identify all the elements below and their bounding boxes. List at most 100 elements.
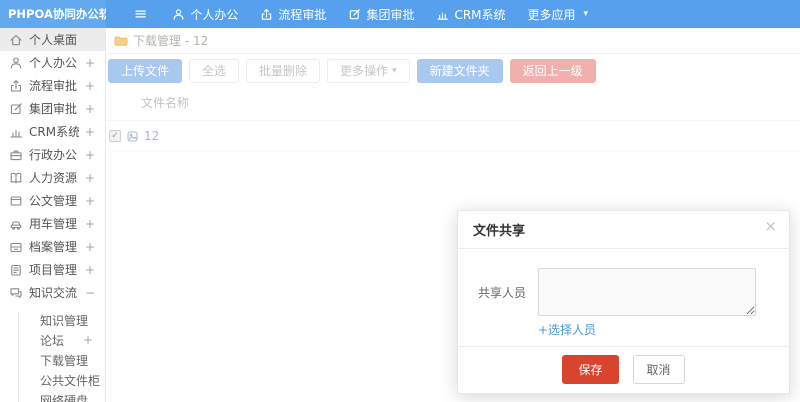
file-icon	[127, 131, 138, 141]
user-icon	[173, 8, 184, 20]
archive-icon	[10, 242, 22, 252]
breadcrumb-text: 下载管理 - 12	[133, 34, 209, 48]
share-personnel-input[interactable]	[538, 268, 756, 316]
sidebar-item-label: 用车管理	[29, 217, 78, 231]
sidebar-subitem-public-file-cabinet[interactable]: 公共文件柜	[0, 370, 105, 390]
expand-icon[interactable]: +	[85, 148, 95, 162]
expand-icon[interactable]: +	[85, 194, 95, 208]
nav-item-label: 集团审批	[366, 7, 415, 22]
sidebar-item-document-management[interactable]: 公文管理 +	[0, 189, 105, 212]
sidebar-item-label: 个人桌面	[29, 33, 78, 47]
nav-item-label: 更多应用	[527, 7, 576, 22]
sidebar-subitem-download-management[interactable]: 下载管理	[0, 350, 105, 370]
chat-icon	[10, 287, 22, 298]
sidebar-item-knowledge-exchange[interactable]: 知识交流 −	[0, 281, 105, 304]
nav-item-group-approval[interactable]: 集团审批	[337, 0, 425, 28]
nav-item-more-apps[interactable]: 更多应用 ▾	[517, 0, 600, 28]
collapse-icon[interactable]: −	[85, 286, 95, 300]
flow-icon	[10, 79, 22, 92]
upload-file-button[interactable]: 上传文件	[108, 59, 183, 83]
chart-icon	[437, 12, 449, 20]
go-back-button[interactable]: 返回上一级	[509, 59, 596, 83]
user-icon	[10, 56, 22, 69]
file-share-dialog: 文件共享 × 共享人员 +选择人员 保存 取消	[457, 210, 790, 394]
batch-delete-button[interactable]: 批量删除	[246, 59, 321, 83]
hamburger-menu-icon[interactable]: ≡	[134, 0, 147, 28]
sidebar: 个人桌面 个人办公 + 流程审批 + 集团审批 + CRM系统 + 行政办公 +	[0, 28, 106, 402]
cancel-button[interactable]: 取消	[632, 355, 685, 384]
nav-item-process-approval[interactable]: 流程审批	[249, 0, 337, 28]
sidebar-item-group-approval[interactable]: 集团审批 +	[0, 97, 105, 120]
sidebar-item-label: 人力资源	[29, 171, 78, 185]
top-navbar: PHPOA协同办公软件 ≡ 个人办公 流程审批 集团审批 CRM系统 更多应用 …	[0, 0, 800, 28]
sidebar-subitem-forum[interactable]: 论坛 +	[0, 330, 105, 350]
sidebar-item-archive-management[interactable]: 档案管理 +	[0, 235, 105, 258]
select-personnel-row: +选择人员	[538, 321, 789, 338]
sidebar-item-personal-office[interactable]: 个人办公 +	[0, 51, 105, 74]
book-icon	[10, 172, 22, 183]
sidebar-item-process-approval[interactable]: 流程审批 +	[0, 74, 105, 97]
expand-icon[interactable]: +	[85, 217, 95, 231]
sidebar-item-vehicle-management[interactable]: 用车管理 +	[0, 212, 105, 235]
edit-icon	[10, 102, 22, 114]
check-icon: ✓	[111, 130, 119, 141]
nav-item-crm-system[interactable]: CRM系统	[425, 0, 516, 28]
expand-icon[interactable]: +	[85, 240, 95, 254]
file-name-column-header: 文件名称	[106, 91, 800, 121]
dialog-body: 共享人员	[458, 249, 789, 316]
nav-item-label: 流程审批	[278, 7, 327, 22]
breadcrumb: 下载管理 - 12	[106, 28, 800, 54]
briefcase-icon	[10, 150, 22, 160]
app-logo: PHPOA协同办公软件	[0, 0, 106, 28]
nav-item-label: CRM系统	[454, 7, 506, 22]
toolbar: 上传文件 全选 批量删除 更多操作 ▾ 新建文件夹 返回上一级	[106, 54, 800, 83]
car-icon	[10, 220, 22, 230]
file-name: 12	[144, 129, 160, 143]
new-folder-button[interactable]: 新建文件夹	[416, 59, 503, 83]
nav-item-label: 个人办公	[190, 7, 239, 22]
expand-icon[interactable]: +	[85, 171, 95, 185]
sidebar-submenu: 知识管理 论坛 + 下载管理 公共文件柜 网络硬盘	[0, 304, 105, 402]
select-personnel-link[interactable]: +选择人员	[538, 323, 596, 337]
edit-icon	[350, 8, 361, 19]
sidebar-subitem-label: 论坛	[40, 333, 65, 348]
select-all-button[interactable]: 全选	[189, 59, 240, 83]
sidebar-item-label: 档案管理	[29, 240, 78, 254]
sidebar-subitem-label: 下载管理	[40, 353, 89, 368]
sidebar-item-label: 项目管理	[29, 263, 78, 277]
close-icon[interactable]: ×	[764, 217, 777, 235]
sidebar-subitem-network-disk[interactable]: 网络硬盘	[0, 390, 105, 402]
dialog-header: 文件共享 ×	[458, 211, 789, 249]
save-button[interactable]: 保存	[562, 355, 619, 384]
row-checkbox[interactable]: ✓	[109, 130, 121, 142]
sidebar-item-personal-desktop[interactable]: 个人桌面	[0, 28, 105, 51]
sidebar-item-human-resources[interactable]: 人力资源 +	[0, 166, 105, 189]
sidebar-item-project-management[interactable]: 项目管理 +	[0, 258, 105, 281]
expand-icon[interactable]: +	[85, 125, 95, 139]
nav-menu: 个人办公 流程审批 集团审批 CRM系统 更多应用 ▾	[161, 0, 599, 28]
sidebar-item-label: 行政办公	[29, 148, 78, 162]
dialog-title: 文件共享	[473, 224, 526, 239]
sidebar-subitem-label: 网络硬盘	[40, 393, 89, 402]
sidebar-item-label: 知识交流	[29, 286, 78, 300]
dialog-footer: 保存 取消	[458, 346, 789, 393]
sidebar-item-admin-office[interactable]: 行政办公 +	[0, 143, 105, 166]
home-icon	[10, 34, 22, 45]
expand-icon[interactable]: +	[83, 333, 93, 347]
expand-icon[interactable]: +	[85, 56, 95, 70]
sidebar-item-label: 流程审批	[29, 79, 78, 93]
caret-down-icon: ▾	[583, 9, 589, 19]
sidebar-item-crm-system[interactable]: CRM系统 +	[0, 120, 105, 143]
table-row[interactable]: ✓ 12	[106, 121, 800, 152]
expand-icon[interactable]: +	[85, 263, 95, 277]
expand-icon[interactable]: +	[85, 79, 95, 93]
nav-item-personal-office[interactable]: 个人办公	[161, 0, 249, 28]
sidebar-item-label: 个人办公	[29, 56, 78, 70]
expand-icon[interactable]: +	[85, 102, 95, 116]
more-operations-button[interactable]: 更多操作 ▾	[327, 59, 410, 83]
sidebar-subitem-knowledge-management[interactable]: 知识管理	[0, 310, 105, 330]
share-personnel-label: 共享人员	[478, 285, 527, 300]
sidebar-subitem-label: 知识管理	[40, 313, 89, 328]
document-icon	[10, 195, 22, 206]
chart-icon	[10, 129, 23, 138]
